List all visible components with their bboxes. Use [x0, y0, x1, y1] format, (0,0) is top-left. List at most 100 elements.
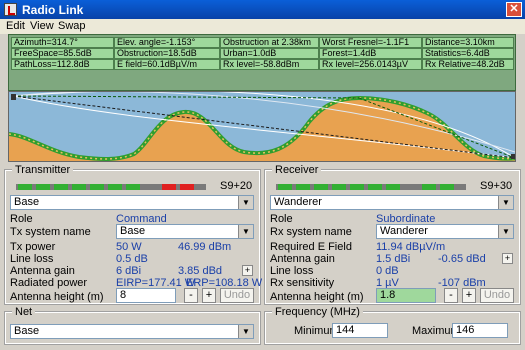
chevron-down-icon[interactable]: ▼ — [498, 225, 513, 238]
close-button[interactable]: ✕ — [506, 2, 522, 17]
chevron-down-icon[interactable]: ▼ — [238, 225, 253, 238]
info-obstruction-at: Obstruction at 2.38km — [220, 37, 319, 48]
rx-role-label: Role — [270, 213, 293, 225]
info-statistics: Statistics=6.4dB — [422, 48, 514, 59]
tx-antenna-height-input[interactable]: 8 — [116, 288, 176, 303]
terrain-profile-view — [8, 91, 516, 162]
tx-antenna-gain-dbi: 6 dBi — [116, 265, 142, 277]
chevron-down-icon[interactable]: ▼ — [238, 325, 253, 338]
tx-line-loss-value: 0.5 dB — [116, 253, 148, 265]
rx-antenna-gain-dbd: -0.65 dBd — [438, 253, 486, 265]
rx-meter-seg — [314, 184, 328, 190]
rx-signal-meter — [276, 184, 466, 190]
receiver-marker — [511, 154, 515, 159]
frequency-max-input[interactable]: 146 — [452, 323, 508, 338]
tx-undo-button[interactable]: Undo — [220, 288, 254, 303]
tx-height-plus-button[interactable]: + — [202, 288, 216, 303]
rx-meter-seg — [386, 184, 400, 190]
tx-power-w: 50 W — [116, 241, 142, 253]
receiver-panel: Receiver S9+30 Wanderer ▼ Role Subordina… — [264, 164, 521, 305]
rx-antenna-gain-plus-button[interactable]: + — [502, 253, 513, 264]
tx-antenna-gain-dbd: 3.85 dBd — [178, 265, 223, 277]
tx-power-dbm: 46.99 dBm — [178, 241, 232, 253]
rx-antenna-gain-label: Antenna gain — [270, 253, 335, 265]
tx-site-selected: Base — [14, 196, 40, 208]
chevron-down-icon[interactable]: ▼ — [238, 196, 253, 209]
info-rx-level-dbm: Rx level=-58.8dBm — [220, 59, 319, 70]
tx-role-label: Role — [10, 213, 33, 225]
tx-meter-seg-red — [162, 184, 176, 190]
tx-meter-seg — [108, 184, 122, 190]
tx-s-value: S9+20 — [220, 180, 253, 192]
tx-meter-seg-red — [180, 184, 194, 190]
rx-meter-seg — [332, 184, 346, 190]
info-pathloss: PathLoss=112.8dB — [11, 59, 114, 70]
tx-radiated-power-label: Radiated power — [10, 277, 88, 289]
net-select[interactable]: Base ▼ — [10, 324, 254, 339]
rx-antenna-gain-dbi: 1.5 dBi — [376, 253, 411, 265]
net-panel: Net Base ▼ — [4, 306, 261, 345]
tx-meter-seg — [54, 184, 68, 190]
rx-system-selected: Wanderer — [380, 225, 428, 237]
rx-meter-seg — [422, 184, 436, 190]
info-freespace: FreeSpace=85.5dB — [11, 48, 114, 59]
rx-meter-seg — [440, 184, 454, 190]
rx-height-plus-button[interactable]: + — [462, 288, 476, 303]
info-azimuth: Azimuth=314.7° — [11, 37, 114, 48]
tx-signal-meter — [16, 184, 206, 190]
rx-meter-seg — [368, 184, 382, 190]
rx-antenna-height-input[interactable]: 1.8 — [376, 288, 436, 303]
rx-system-select[interactable]: Wanderer ▼ — [376, 224, 514, 239]
frequency-legend: Frequency (MHz) — [272, 306, 363, 318]
menu-swap[interactable]: Swap — [58, 20, 86, 32]
tx-antenna-gain-plus-button[interactable]: + — [242, 265, 253, 276]
tx-system-name-label: Tx system name — [10, 226, 91, 238]
title-bar: Radio Link ✕ — [0, 0, 525, 19]
rx-line-loss-label: Line loss — [270, 265, 314, 277]
net-legend: Net — [12, 306, 36, 318]
tx-meter-seg — [90, 184, 104, 190]
link-summary-grid: Azimuth=314.7° Elev. angle=-1.153° Obstr… — [8, 34, 516, 91]
receiver-legend: Receiver — [272, 164, 322, 176]
menu-view[interactable]: View — [30, 20, 54, 32]
rx-height-minus-button[interactable]: - — [444, 288, 458, 303]
info-worst-fresnel: Worst Fresnel=-1.1F1 — [319, 37, 422, 48]
rx-required-field-value: 11.94 dBµV/m — [376, 241, 446, 253]
tx-power-label: Tx power — [10, 241, 56, 253]
info-distance: Distance=3.10km — [422, 37, 514, 48]
menu-bar: Edit View Swap — [0, 19, 525, 34]
info-elevation: Elev. angle=-1.153° — [114, 37, 220, 48]
menu-edit[interactable]: Edit — [6, 20, 25, 32]
info-urban: Urban=1.0dB — [220, 48, 319, 59]
tx-height-minus-button[interactable]: - — [184, 288, 198, 303]
info-rx-level-uv: Rx level=256.0143µV — [319, 59, 422, 70]
tx-site-select[interactable]: Base ▼ — [10, 195, 254, 210]
terrain-profile-graphic — [9, 92, 515, 161]
rx-meter-seg — [296, 184, 310, 190]
frequency-min-input[interactable]: 144 — [332, 323, 388, 338]
radio-link-app-icon — [4, 3, 17, 16]
info-rx-relative: Rx Relative=48.2dB — [422, 59, 514, 70]
rx-antenna-height-label: Antenna height (m) — [270, 291, 364, 303]
info-e-field: E field=60.1dBµV/m — [114, 59, 220, 70]
rx-meter-seg — [278, 184, 292, 190]
tx-line-loss-label: Line loss — [10, 253, 54, 265]
net-selected: Base — [14, 325, 40, 337]
tx-meter-seg — [36, 184, 50, 190]
info-obstruction-loss: Obstruction=18.5dB — [114, 48, 220, 59]
frequency-panel: Frequency (MHz) Minimum 144 Maximum 146 — [264, 306, 521, 345]
transmitter-panel: Transmitter S9+20 Base ▼ Role Command Tx… — [4, 164, 262, 305]
rx-site-selected: Wanderer — [274, 196, 322, 208]
info-forest: Forest=1.4dB — [319, 48, 422, 59]
tx-antenna-gain-label: Antenna gain — [10, 265, 75, 277]
rx-site-select[interactable]: Wanderer ▼ — [270, 195, 514, 210]
transmitter-marker — [11, 94, 16, 100]
tx-system-select[interactable]: Base ▼ — [116, 224, 254, 239]
rx-system-name-label: Rx system name — [270, 226, 352, 238]
rx-sensitivity-label: Rx sensitivity — [270, 277, 335, 289]
rx-undo-button[interactable]: Undo — [480, 288, 514, 303]
chevron-down-icon[interactable]: ▼ — [498, 196, 513, 209]
rx-meter-seg — [350, 184, 364, 190]
window-title: Radio Link — [22, 3, 84, 17]
tx-meter-seg — [18, 184, 32, 190]
